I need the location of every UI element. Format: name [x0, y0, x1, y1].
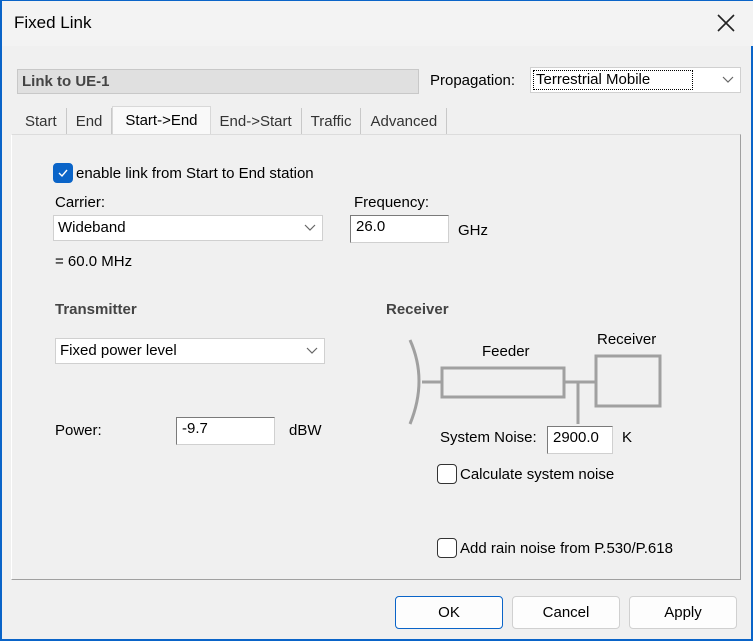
tab-end[interactable]: End	[67, 108, 113, 135]
carrier-label: Carrier:	[55, 194, 106, 211]
title-bar: Fixed Link	[2, 1, 753, 46]
enable-link-checkbox[interactable]	[53, 163, 73, 183]
carrier-select[interactable]: Wideband	[53, 215, 323, 241]
feeder-box	[440, 366, 566, 399]
frequency-unit: GHz	[458, 222, 488, 239]
tab-traffic[interactable]: Traffic	[302, 108, 362, 135]
transmitter-mode-value: Fixed power level	[60, 342, 177, 359]
ok-button[interactable]: OK	[395, 596, 503, 629]
power-label: Power:	[55, 422, 102, 439]
rain-noise-checkbox[interactable]	[437, 538, 457, 558]
rain-noise-row: Add rain noise from P.530/P.618	[437, 538, 673, 558]
tab-advanced[interactable]: Advanced	[361, 108, 448, 135]
carrier-bandwidth: = 60.0 MHz	[55, 253, 133, 270]
chevron-down-icon	[306, 347, 318, 354]
transmitter-mode-select[interactable]: Fixed power level	[55, 338, 325, 364]
chevron-down-icon	[722, 76, 734, 83]
apply-button[interactable]: Apply	[629, 596, 737, 629]
rain-noise-label: Add rain noise from P.530/P.618	[460, 539, 673, 557]
transmitter-heading: Transmitter	[55, 301, 137, 318]
checkmark-icon	[58, 169, 68, 178]
close-button[interactable]	[713, 10, 739, 36]
receiver-box	[594, 354, 662, 408]
carrier-value: Wideband	[58, 219, 126, 236]
link-name-field[interactable]: Link to UE-1	[17, 69, 419, 94]
tab-start[interactable]: Start	[16, 108, 67, 135]
antenna-dish-icon	[408, 339, 421, 425]
system-noise-label: System Noise:	[440, 429, 537, 446]
feeder-label: Feeder	[482, 343, 530, 360]
enable-link-row: enable link from Start to End station	[53, 163, 314, 183]
enable-link-label: enable link from Start to End station	[76, 164, 314, 182]
window-title: Fixed Link	[14, 13, 92, 32]
propagation-label: Propagation:	[430, 72, 516, 89]
receiver-heading: Receiver	[386, 301, 449, 318]
power-unit: dBW	[289, 422, 322, 439]
propagation-select[interactable]: Terrestrial Mobile	[530, 67, 741, 93]
tab-end-to-start[interactable]: End->Start	[211, 108, 302, 135]
calculate-noise-label: Calculate system noise	[460, 465, 615, 483]
tab-bar: Start End Start->End End->Start Traffic …	[16, 106, 448, 135]
cancel-button[interactable]: Cancel	[512, 596, 620, 629]
chevron-down-icon	[304, 224, 316, 231]
system-noise-unit: K	[622, 429, 633, 446]
frequency-label: Frequency:	[354, 194, 430, 211]
system-noise-input[interactable]: 2900.0	[547, 426, 613, 454]
close-icon	[717, 14, 735, 32]
receiver-box-label: Receiver	[597, 331, 657, 348]
calculate-noise-row: Calculate system noise	[437, 464, 614, 484]
frequency-input[interactable]: 26.0	[350, 215, 449, 243]
calculate-noise-checkbox[interactable]	[437, 464, 457, 484]
propagation-value: Terrestrial Mobile	[533, 70, 693, 90]
power-input[interactable]: -9.7	[176, 417, 275, 445]
tab-start-to-end[interactable]: Start->End	[112, 106, 211, 135]
